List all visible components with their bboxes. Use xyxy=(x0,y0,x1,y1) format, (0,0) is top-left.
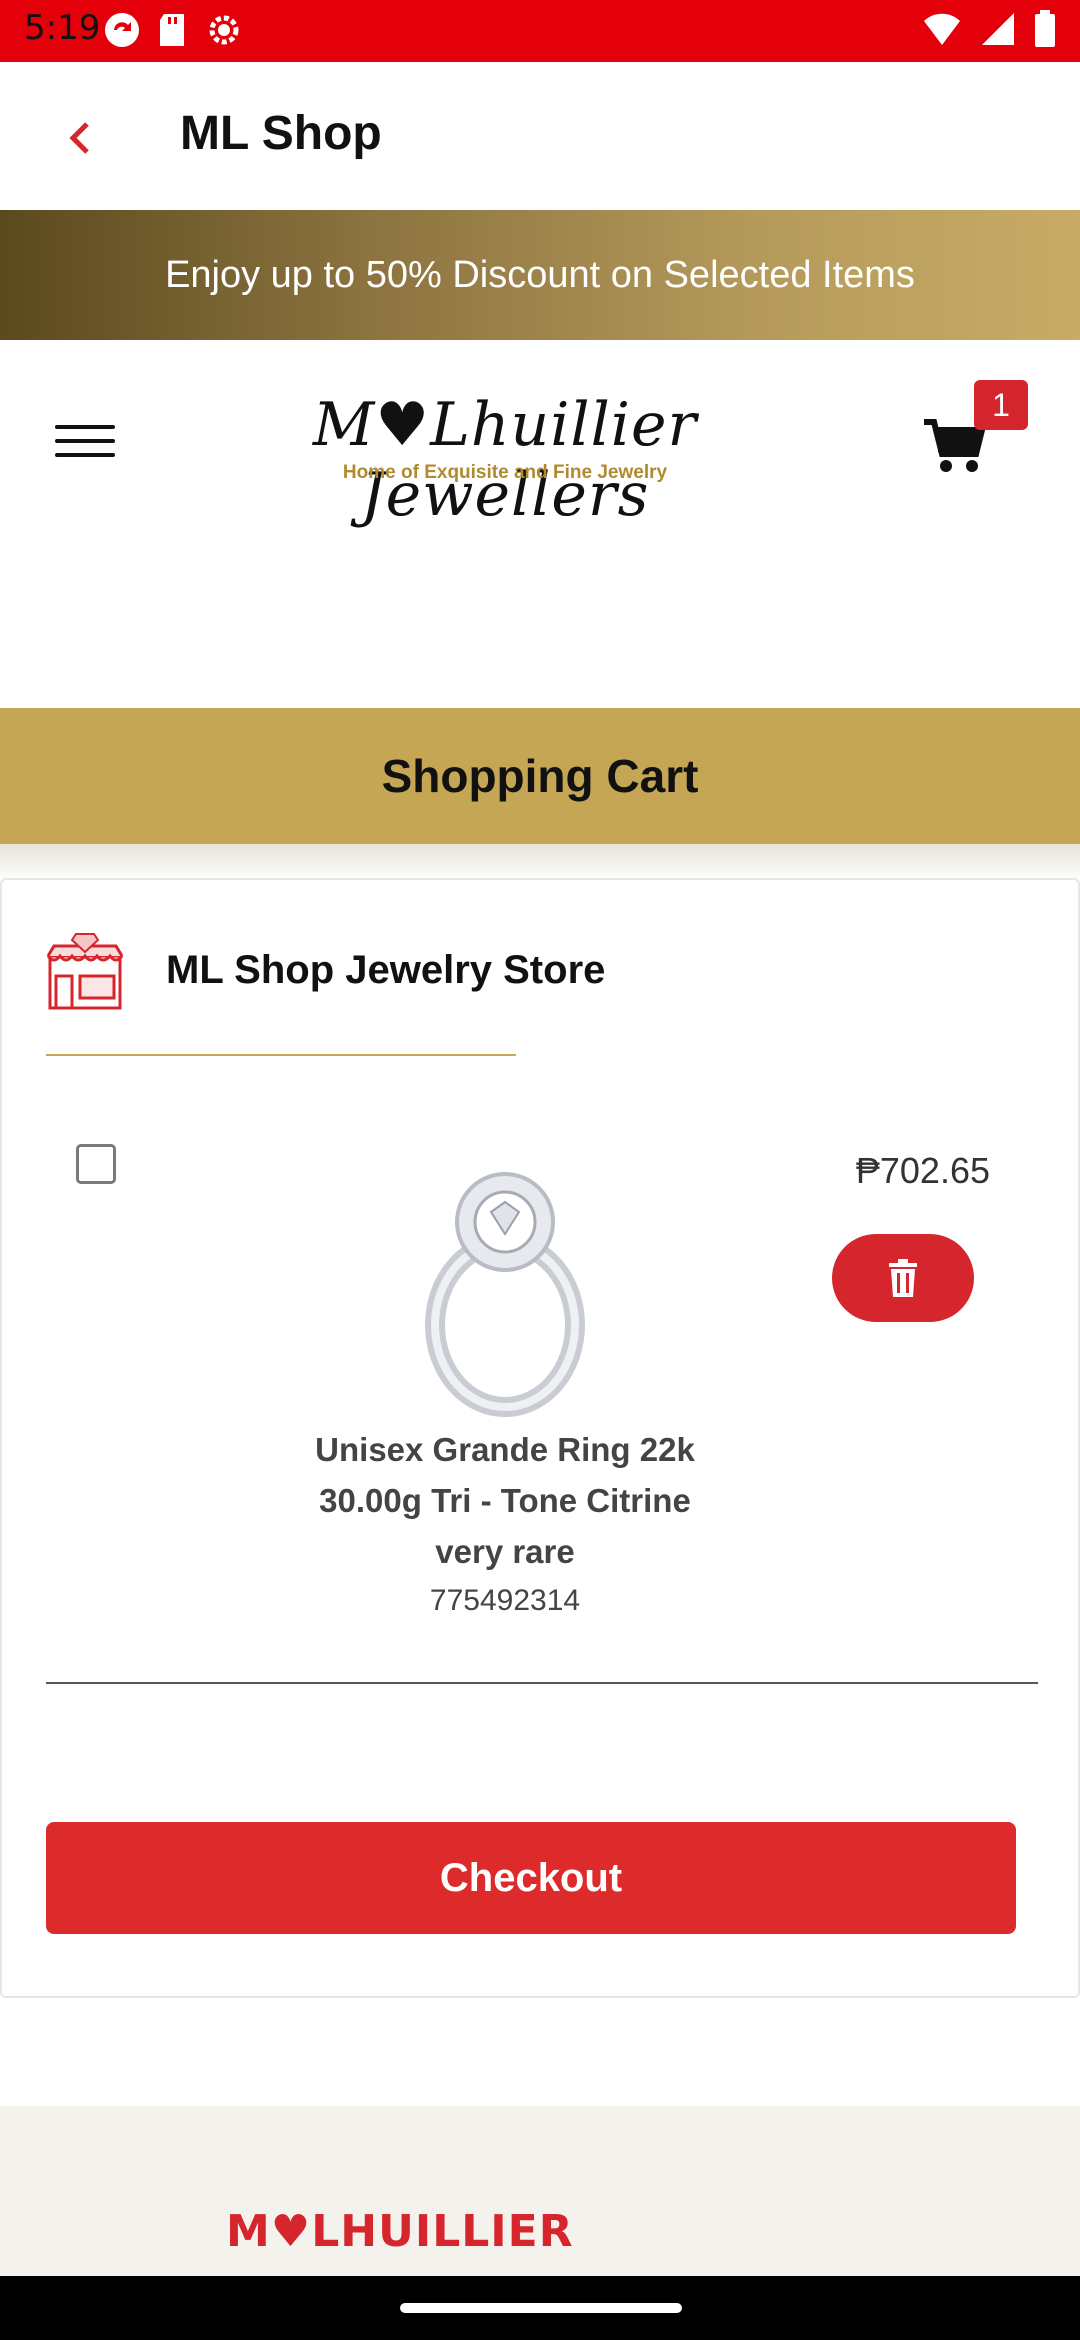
hamburger-icon-line xyxy=(55,425,115,429)
settings-icon xyxy=(209,15,239,45)
brand-tagline: Home of Exquisite and Fine Jewelry xyxy=(342,462,668,483)
battery-icon xyxy=(1035,10,1055,47)
sd-card-icon xyxy=(160,14,184,46)
item-price: ₱702.65 xyxy=(855,1150,990,1191)
status-time: 5:19 xyxy=(24,8,101,48)
menu-button[interactable] xyxy=(55,425,115,465)
signal-icon xyxy=(982,13,1014,45)
app-title: ML Shop xyxy=(180,107,382,160)
app-bar xyxy=(0,62,1080,210)
hamburger-icon-line xyxy=(55,453,115,457)
product-sku: 775492314 xyxy=(429,1584,581,1617)
trash-icon xyxy=(889,1259,917,1297)
back-arrow-icon xyxy=(69,122,89,154)
band-shadow xyxy=(0,844,1080,880)
shopping-cart-title: Shopping Cart xyxy=(381,750,699,802)
item-divider xyxy=(46,1682,1038,1684)
home-gesture-handle[interactable] xyxy=(400,2303,682,2313)
cart-count-badge: 1 xyxy=(974,380,1028,430)
item-select-checkbox[interactable] xyxy=(76,1144,116,1184)
product-image[interactable] xyxy=(395,1160,615,1420)
sync-icon xyxy=(105,13,139,47)
brand-logo[interactable]: M♥Lhuillier Jewellers xyxy=(190,390,820,530)
status-system-icons xyxy=(922,10,1056,48)
back-button[interactable] xyxy=(50,108,110,168)
store-icon xyxy=(46,930,124,1010)
hamburger-icon-line xyxy=(55,439,115,443)
checkout-button[interactable]: Checkout xyxy=(46,1822,1016,1934)
wifi-icon xyxy=(924,13,960,45)
product-name[interactable]: Unisex Grande Ring 22k 30.00g Tri - Tone… xyxy=(300,1424,710,1577)
delete-item-button[interactable] xyxy=(832,1234,974,1322)
store-underline xyxy=(46,1054,516,1056)
promo-banner: Enjoy up to 50% Discount on Selected Ite… xyxy=(0,210,1080,340)
store-name: ML Shop Jewelry Store xyxy=(166,948,606,992)
footer-logo: M♥LHUILLIER xyxy=(226,2206,574,2257)
status-notification-icons xyxy=(102,10,244,50)
